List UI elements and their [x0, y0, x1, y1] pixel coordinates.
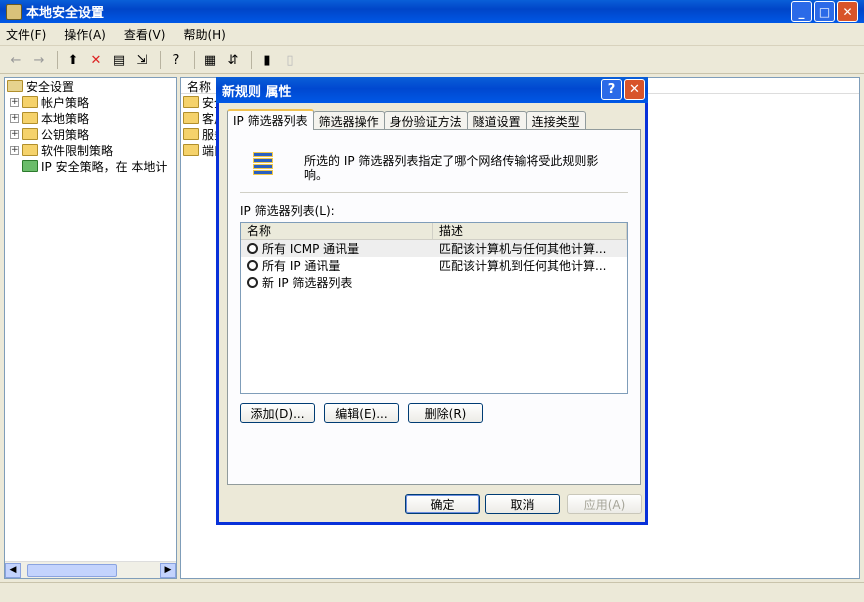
- scroll-thumb[interactable]: [27, 563, 117, 577]
- filter-description: 匹配该计算机到任何其他计算...: [439, 259, 607, 273]
- column-header-description[interactable]: 描述: [433, 223, 627, 239]
- folder-icon: [22, 112, 38, 124]
- tree-item-label: 公钥策略: [41, 127, 90, 142]
- folder-icon: [22, 144, 38, 156]
- filter-list-icon: [252, 150, 274, 174]
- menu-bar: 文件(F) 操作(A) 查看(V) 帮助(H): [0, 24, 864, 46]
- tree-item-label: 软件限制策略: [41, 143, 114, 158]
- tree-item-label: IP 安全策略，在 本地计: [41, 159, 168, 174]
- menu-help[interactable]: 帮助(H): [183, 26, 225, 43]
- radio-button[interactable]: [247, 277, 258, 288]
- tree-item-label: 帐户策略: [41, 95, 90, 110]
- expand-icon[interactable]: +: [10, 97, 19, 107]
- back-arrow-icon[interactable]: ←: [6, 50, 26, 70]
- divider: [240, 192, 628, 193]
- dialog-title: 新规则 属性: [222, 84, 292, 100]
- help-icon[interactable]: ?: [166, 50, 186, 70]
- forward-arrow-icon[interactable]: →: [29, 50, 49, 70]
- properties-icon[interactable]: ▤: [109, 50, 129, 70]
- add-button[interactable]: 添加(D)...: [240, 403, 315, 423]
- policy-icon: [183, 96, 199, 108]
- security-settings-icon: [6, 3, 22, 20]
- tab-connection-type[interactable]: 连接类型: [525, 111, 586, 130]
- export-list-icon[interactable]: ⇲: [132, 50, 152, 70]
- assign-icon[interactable]: ▮: [257, 50, 277, 70]
- expand-icon[interactable]: +: [10, 145, 19, 155]
- apply-button[interactable]: 应用(A): [567, 494, 642, 514]
- expand-icon[interactable]: +: [10, 129, 19, 139]
- filter-row[interactable]: 所有 ICMP 通讯量 匹配该计算机与任何其他计算...: [241, 240, 627, 257]
- tree-pane: 安全设置 + 帐户策略 + 本地策略 + 公钥策略 + 软件限制策略 IP 安全…: [4, 77, 177, 579]
- manage-filters-icon[interactable]: ⇵: [223, 50, 243, 70]
- column-header-name[interactable]: 名称: [241, 223, 433, 239]
- description-text: 所选的 IP 筛选器列表指定了哪个网络传输将受此规则影响。: [304, 154, 599, 182]
- tab-panel: 所选的 IP 筛选器列表指定了哪个网络传输将受此规则影响。 IP 筛选器列表(L…: [227, 129, 641, 485]
- status-bar: [0, 582, 864, 602]
- filter-row[interactable]: 新 IP 筛选器列表: [241, 274, 627, 291]
- horizontal-scrollbar[interactable]: ◀ ▶: [5, 561, 176, 578]
- window-title: 本地安全设置: [26, 6, 105, 21]
- menu-action[interactable]: 操作(A): [64, 26, 106, 43]
- menu-view[interactable]: 查看(V): [124, 26, 166, 43]
- unassign-icon[interactable]: ▯: [280, 50, 300, 70]
- tree-item-label: 安全设置: [26, 79, 75, 94]
- dialog-title-bar: 新规则 属性 ? ✕: [216, 77, 648, 103]
- tab-authentication[interactable]: 身份验证方法: [383, 111, 468, 130]
- folder-icon: [22, 96, 38, 108]
- tree-item-root[interactable]: 安全设置: [5, 78, 176, 94]
- new-policy-icon[interactable]: ▦: [200, 50, 220, 70]
- rule-properties-dialog: 新规则 属性 ? ✕ IP 筛选器列表 筛选器操作 身份验证方法 隧道设置 连接…: [216, 77, 648, 525]
- delete-icon[interactable]: ✕: [86, 50, 106, 70]
- ok-button[interactable]: 确定: [405, 494, 480, 514]
- maximize-button[interactable]: □: [814, 1, 835, 22]
- help-button[interactable]: ?: [601, 79, 622, 100]
- filter-name: 所有 ICMP 通讯量: [262, 242, 360, 256]
- dialog-close-button[interactable]: ✕: [624, 79, 645, 100]
- expand-icon[interactable]: +: [10, 113, 19, 123]
- tree-item-ip-security[interactable]: IP 安全策略，在 本地计: [5, 158, 176, 174]
- toolbar-separator: [251, 51, 252, 69]
- ip-security-icon: [22, 160, 38, 172]
- up-folder-icon[interactable]: ⬆: [63, 50, 83, 70]
- tree-item-label: 本地策略: [41, 111, 90, 126]
- tab-tunnel-settings[interactable]: 隧道设置: [466, 111, 527, 130]
- tab-filter-action[interactable]: 筛选器操作: [312, 111, 385, 130]
- toolbar-separator: [160, 51, 161, 69]
- list-header: 名称 描述: [241, 223, 627, 240]
- filter-name: 所有 IP 通讯量: [262, 259, 341, 273]
- folder-icon: [22, 128, 38, 140]
- tree-item-local-policy[interactable]: + 本地策略: [5, 110, 176, 126]
- tab-strip: IP 筛选器列表 筛选器操作 身份验证方法 隧道设置 连接类型: [227, 109, 586, 130]
- radio-button[interactable]: [247, 260, 258, 271]
- radio-button[interactable]: [247, 243, 258, 254]
- main-title-bar: 本地安全设置: [0, 0, 864, 23]
- scroll-right-icon[interactable]: ▶: [160, 562, 176, 578]
- remove-button[interactable]: 删除(R): [408, 403, 483, 423]
- filter-list-label: IP 筛选器列表(L):: [240, 204, 335, 218]
- toolbar-separator: [57, 51, 58, 69]
- tab-ip-filter-list[interactable]: IP 筛选器列表: [227, 109, 314, 130]
- scroll-left-icon[interactable]: ◀: [5, 562, 21, 578]
- security-settings-icon: [7, 80, 23, 92]
- toolbar: ← → ⬆ ✕ ▤ ⇲ ? ▦ ⇵ ▮ ▯: [0, 47, 864, 74]
- close-button[interactable]: ✕: [837, 1, 858, 22]
- toolbar-separator: [194, 51, 195, 69]
- policy-icon: [183, 112, 199, 124]
- filter-name: 新 IP 筛选器列表: [262, 276, 353, 290]
- edit-button[interactable]: 编辑(E)...: [324, 403, 399, 423]
- cancel-button[interactable]: 取消: [485, 494, 560, 514]
- minimize-button[interactable]: _: [791, 1, 812, 22]
- menu-file[interactable]: 文件(F): [6, 26, 46, 43]
- filter-row[interactable]: 所有 IP 通讯量 匹配该计算机到任何其他计算...: [241, 257, 627, 274]
- filter-description: 匹配该计算机与任何其他计算...: [439, 242, 607, 256]
- policy-icon: [183, 128, 199, 140]
- tree-item-public-key-policy[interactable]: + 公钥策略: [5, 126, 176, 142]
- filter-list[interactable]: 名称 描述 所有 ICMP 通讯量 匹配该计算机与任何其他计算... 所有 IP…: [240, 222, 628, 394]
- tree-item-account-policy[interactable]: + 帐户策略: [5, 94, 176, 110]
- tree-item-software-restriction[interactable]: + 软件限制策略: [5, 142, 176, 158]
- policy-icon: [183, 144, 199, 156]
